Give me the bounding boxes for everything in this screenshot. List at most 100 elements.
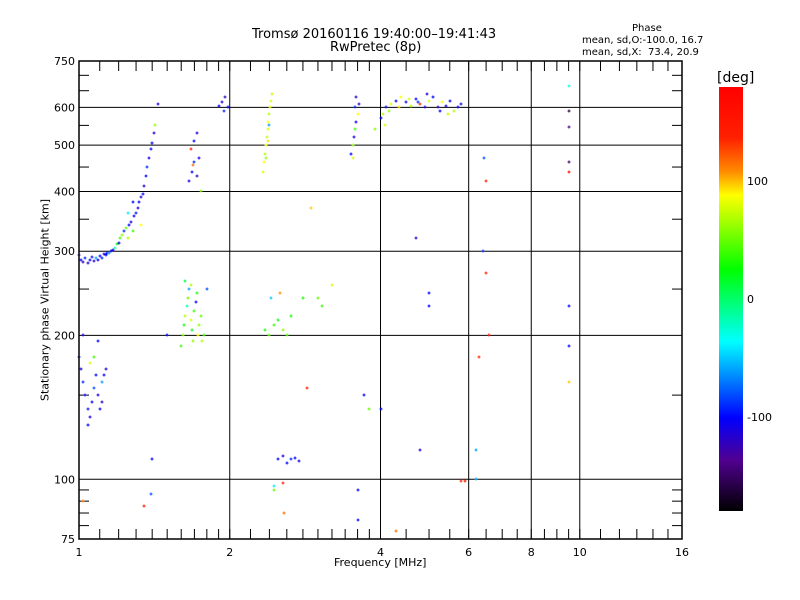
data-point bbox=[373, 127, 377, 131]
data-point bbox=[414, 236, 418, 240]
data-point bbox=[104, 367, 108, 371]
y-tick-label: 75 bbox=[61, 533, 75, 546]
data-point bbox=[427, 304, 431, 308]
data-point bbox=[272, 488, 276, 492]
data-point bbox=[107, 251, 111, 255]
data-point bbox=[567, 109, 571, 113]
data-point bbox=[276, 457, 280, 461]
data-point bbox=[459, 102, 463, 106]
data-point bbox=[92, 386, 96, 390]
data-point bbox=[264, 143, 268, 147]
data-point bbox=[190, 170, 194, 174]
colorbar-tick-label: -100 bbox=[747, 411, 772, 424]
data-point bbox=[192, 139, 196, 143]
data-point bbox=[191, 339, 195, 343]
data-point bbox=[356, 488, 360, 492]
data-point bbox=[192, 160, 196, 164]
data-point bbox=[383, 123, 387, 127]
x-tick-label: 1 bbox=[76, 546, 83, 559]
data-point bbox=[100, 256, 104, 260]
data-point bbox=[81, 380, 85, 384]
data-point bbox=[567, 84, 571, 88]
data-point bbox=[141, 192, 145, 196]
data-point bbox=[222, 109, 226, 113]
data-point bbox=[316, 296, 320, 300]
data-point bbox=[269, 99, 273, 103]
data-point bbox=[389, 102, 393, 106]
data-point bbox=[262, 160, 266, 164]
data-point bbox=[482, 156, 486, 160]
data-point bbox=[354, 120, 358, 124]
data-point bbox=[353, 105, 357, 109]
data-point bbox=[416, 100, 420, 104]
data-point bbox=[81, 260, 85, 264]
data-point bbox=[195, 174, 199, 178]
data-point bbox=[394, 529, 398, 533]
data-point bbox=[384, 105, 388, 109]
data-point bbox=[150, 457, 154, 461]
data-point bbox=[567, 380, 571, 384]
y-tick-label: 500 bbox=[54, 139, 75, 152]
data-point bbox=[281, 481, 285, 485]
data-point bbox=[187, 287, 191, 291]
x-tick-label: 4 bbox=[377, 546, 384, 559]
data-point bbox=[86, 261, 90, 265]
data-point bbox=[379, 407, 383, 411]
data-point bbox=[122, 229, 126, 233]
data-point bbox=[301, 296, 305, 300]
data-point bbox=[156, 102, 160, 106]
data-point bbox=[427, 291, 431, 295]
data-point bbox=[567, 304, 571, 308]
data-point bbox=[120, 233, 124, 237]
data-point bbox=[418, 102, 422, 106]
data-point bbox=[205, 287, 209, 291]
y-tick-label: 400 bbox=[54, 185, 75, 198]
data-point bbox=[477, 355, 481, 359]
data-point bbox=[356, 112, 360, 116]
ionogram-chart: Tromsø 20160116 19:40:00–19:41:43 RwPret… bbox=[0, 0, 800, 600]
data-point bbox=[88, 361, 92, 365]
x-tick-label: 10 bbox=[573, 546, 587, 559]
data-point bbox=[438, 109, 442, 113]
data-point bbox=[83, 393, 87, 397]
data-point bbox=[88, 415, 92, 419]
data-point bbox=[399, 95, 403, 99]
data-point bbox=[134, 211, 138, 215]
data-point bbox=[98, 407, 102, 411]
data-point bbox=[79, 367, 83, 371]
data-point bbox=[153, 123, 157, 127]
data-point bbox=[423, 105, 427, 109]
data-point bbox=[269, 296, 273, 300]
data-point bbox=[407, 97, 411, 101]
data-point bbox=[223, 95, 227, 99]
data-point bbox=[195, 291, 199, 295]
data-point bbox=[142, 504, 146, 508]
data-point bbox=[202, 333, 206, 337]
data-point bbox=[127, 223, 131, 227]
data-point bbox=[183, 279, 187, 283]
data-point bbox=[100, 380, 104, 384]
data-point bbox=[261, 170, 265, 174]
data-point bbox=[226, 105, 230, 109]
data-point bbox=[147, 156, 151, 160]
data-point bbox=[181, 333, 185, 337]
data-point bbox=[98, 254, 102, 258]
data-point bbox=[330, 283, 334, 287]
data-point bbox=[448, 99, 452, 103]
data-point bbox=[289, 314, 293, 318]
data-point bbox=[265, 135, 269, 139]
data-point bbox=[349, 152, 353, 156]
data-point bbox=[357, 102, 361, 106]
data-point bbox=[267, 123, 271, 127]
data-point bbox=[136, 206, 140, 210]
data-point bbox=[431, 95, 435, 99]
data-point bbox=[425, 92, 429, 96]
data-point bbox=[132, 214, 136, 218]
data-point bbox=[86, 423, 90, 427]
colorbar bbox=[719, 87, 743, 511]
data-point bbox=[463, 479, 467, 483]
data-point bbox=[139, 223, 143, 227]
data-point bbox=[113, 246, 117, 250]
data-point bbox=[272, 323, 276, 327]
data-point bbox=[189, 318, 193, 322]
